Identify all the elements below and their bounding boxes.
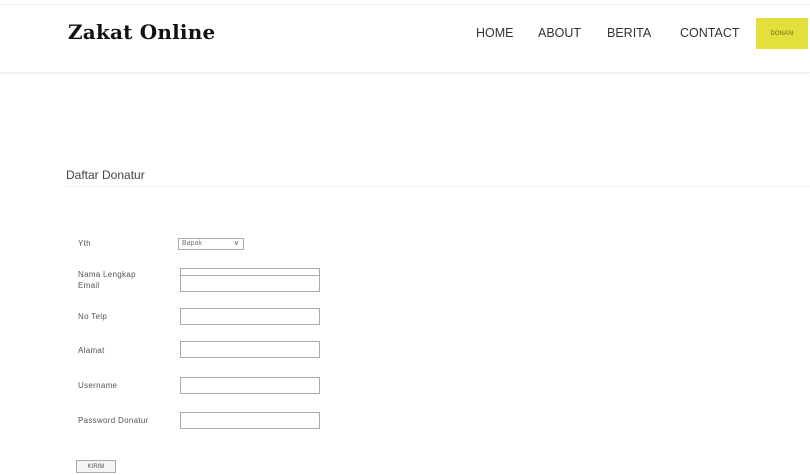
alamat-label: Alamat	[78, 346, 105, 355]
email-label: Email	[78, 281, 100, 290]
chevron-down-icon: ∨	[233, 240, 239, 247]
email-input[interactable]	[180, 275, 320, 292]
password-donatur-input[interactable]	[180, 412, 320, 429]
header-divider	[0, 4, 810, 5]
form-title: Daftar Donatur	[66, 168, 145, 182]
yth-label: Yth	[78, 239, 91, 248]
nav-contact[interactable]: CONTACT	[680, 26, 740, 40]
site-header: Zakat Online HOME ABOUT BERITA CONTACT D…	[0, 0, 810, 73]
nama-lengkap-label: Nama Lengkap	[78, 270, 136, 279]
username-input[interactable]	[180, 377, 320, 394]
password-donatur-label: Password Donatur	[78, 416, 149, 425]
no-telp-label: No Telp	[78, 312, 108, 321]
yth-select[interactable]: Bapak ∨	[178, 238, 244, 250]
nav-donasi-button[interactable]: DONASI	[756, 18, 808, 49]
nav-about[interactable]: ABOUT	[538, 26, 581, 40]
kirim-button[interactable]: KIRIM	[76, 460, 116, 473]
no-telp-input[interactable]	[180, 308, 320, 325]
nav-home[interactable]: HOME	[476, 26, 514, 40]
username-label: Username	[78, 381, 118, 390]
nav-berita[interactable]: BERITA	[607, 26, 651, 40]
form-divider	[64, 186, 810, 187]
alamat-input[interactable]	[180, 341, 320, 358]
site-brand[interactable]: Zakat Online	[68, 20, 215, 44]
yth-select-value: Bapak	[182, 240, 202, 247]
